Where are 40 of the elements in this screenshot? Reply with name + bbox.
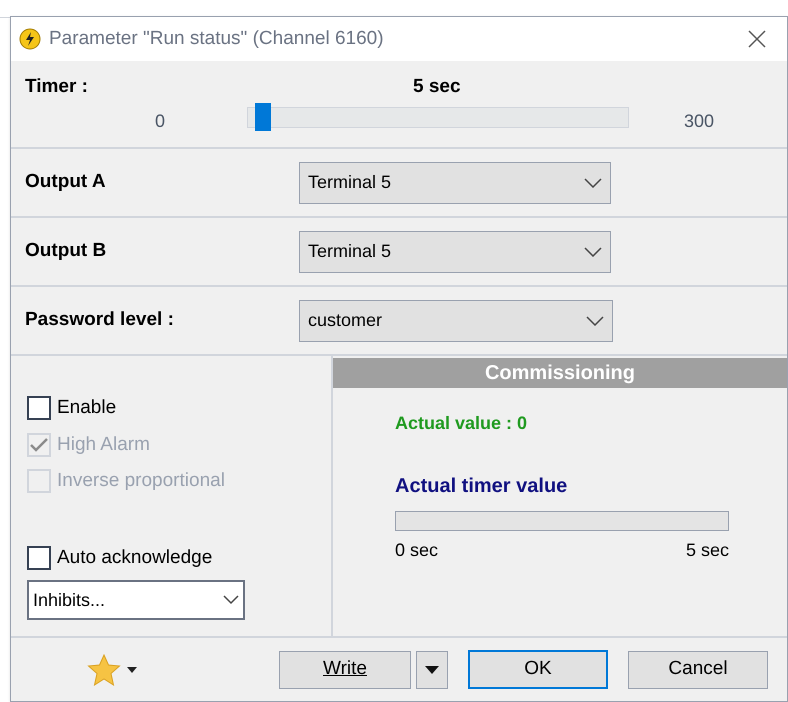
dropdown[interactable]: customer <box>299 300 613 342</box>
checkbox-label: Enable <box>57 396 116 420</box>
close-icon <box>747 29 767 49</box>
checkbox[interactable] <box>27 396 51 420</box>
window-title: Parameter "Run status" (Channel 6160) <box>49 26 384 51</box>
write-menu-button[interactable] <box>416 650 448 688</box>
timer-value: 5 sec <box>413 75 461 99</box>
checkbox-label: High Alarm <box>57 432 150 456</box>
inhibits-dropdown[interactable]: Inhibits... <box>27 580 245 620</box>
cancel-button[interactable]: Cancel <box>628 650 768 688</box>
dropdown[interactable]: Terminal 5 <box>299 230 611 272</box>
timer-slider[interactable] <box>247 101 629 131</box>
chevron-down-icon <box>223 595 239 605</box>
favorites-button[interactable] <box>87 654 137 686</box>
checkbox[interactable] <box>27 546 51 570</box>
chevron-down-icon <box>586 316 604 326</box>
checkbox-label: Inverse proportional <box>57 469 225 493</box>
panel-header: Commissioning <box>333 358 787 388</box>
timer-label: Timer : <box>25 75 88 99</box>
actual-value-text: Actual value : 0 <box>395 412 528 435</box>
field-label: Output A <box>24 170 107 194</box>
dropdown[interactable]: Terminal 5 <box>299 162 611 204</box>
star-icon <box>87 654 121 686</box>
slider-thumb[interactable] <box>255 103 272 131</box>
section-title: Actual timer value <box>395 474 568 499</box>
slider-max-label: 300 <box>684 110 714 133</box>
checkbox-label: Auto acknowledge <box>57 546 212 570</box>
field-label: Output B <box>24 239 108 264</box>
checkmark-icon <box>30 438 48 452</box>
ok-button[interactable]: OK <box>468 650 608 689</box>
progress-max-label: 5 sec <box>686 539 729 562</box>
caret-icon <box>127 666 137 672</box>
field-label: Password level : <box>24 308 175 332</box>
chevron-down-icon <box>584 178 602 188</box>
progress-min-label: 0 sec <box>395 539 438 562</box>
slider-min-label: 0 <box>155 110 166 133</box>
write-button[interactable]: Write <box>279 650 411 688</box>
caret-icon <box>425 666 439 674</box>
lightning-icon <box>19 28 41 50</box>
chevron-down-icon <box>584 246 602 256</box>
